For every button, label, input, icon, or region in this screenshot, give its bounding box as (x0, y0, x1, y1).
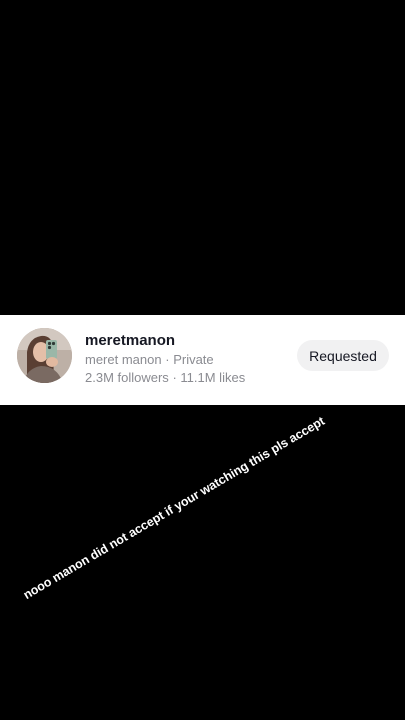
username[interactable]: meretmanon (85, 331, 285, 350)
overlay-caption: nooo manon did not accept if your watchi… (20, 413, 328, 603)
video-screen: meretmanon meret manon · Private 2.3M fo… (0, 0, 405, 720)
separator-dot: · (172, 370, 177, 385)
profile-photo-icon (17, 328, 72, 383)
avatar[interactable] (17, 328, 72, 383)
stats-line: 2.3M followers · 11.1M likes (85, 370, 285, 386)
likes-count: 11.1M likes (180, 370, 246, 385)
requested-button[interactable]: Requested (297, 340, 389, 371)
profile-info: meretmanon meret manon · Private 2.3M fo… (85, 331, 285, 386)
privacy-label: Private (173, 352, 214, 367)
display-name-line: meret manon · Private (85, 352, 285, 368)
separator-dot: · (165, 352, 170, 367)
followers-count: 2.3M followers (85, 370, 169, 385)
profile-card[interactable]: meretmanon meret manon · Private 2.3M fo… (0, 315, 405, 405)
display-name: meret manon (85, 352, 162, 367)
